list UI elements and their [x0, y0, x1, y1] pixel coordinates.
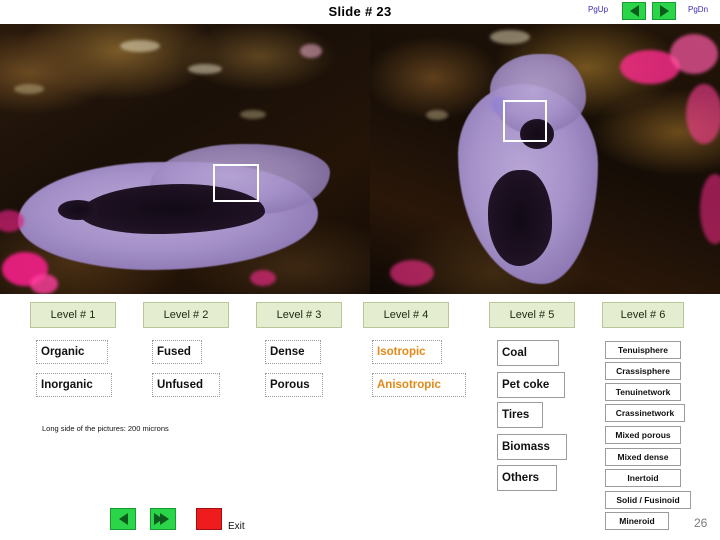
pgup-label: PgUp: [588, 5, 609, 14]
selection-rectangle-left[interactable]: [213, 164, 259, 202]
triangle-left-icon: [629, 5, 639, 17]
micrograph-right[interactable]: [370, 24, 720, 294]
category-isotropic[interactable]: Isotropic: [372, 340, 442, 364]
category-fused[interactable]: Fused: [152, 340, 202, 364]
category-others[interactable]: Others: [497, 465, 557, 491]
category-mixed-dense[interactable]: Mixed dense: [605, 448, 681, 466]
fluorescence-spot: [240, 110, 266, 119]
level-header-5[interactable]: Level # 5: [489, 302, 575, 328]
fluorescence-spot: [490, 30, 530, 44]
category-dense[interactable]: Dense: [265, 340, 321, 364]
category-organic[interactable]: Organic: [36, 340, 108, 364]
level-header-4[interactable]: Level # 4: [363, 302, 449, 328]
triangle-left-icon: [118, 513, 128, 525]
slide-root: Slide # 23 PgUp PgDn Level # 1 Level # 2…: [0, 0, 720, 540]
triangle-right-icon: [659, 5, 669, 17]
fluorescence-spot: [686, 84, 720, 144]
category-tenuisphere[interactable]: Tenuisphere: [605, 341, 681, 359]
category-biomass[interactable]: Biomass: [497, 434, 567, 460]
category-inorganic[interactable]: Inorganic: [36, 373, 112, 397]
level-header-1[interactable]: Level # 1: [30, 302, 116, 328]
level-header-2[interactable]: Level # 2: [143, 302, 229, 328]
selection-rectangle-right[interactable]: [503, 100, 547, 142]
category-porous[interactable]: Porous: [265, 373, 323, 397]
category-unfused[interactable]: Unfused: [152, 373, 220, 397]
category-tires[interactable]: Tires: [497, 402, 543, 428]
category-coal[interactable]: Coal: [497, 340, 559, 366]
back-button[interactable]: [110, 508, 136, 530]
category-anisotropic[interactable]: Anisotropic: [372, 373, 466, 397]
category-inertoid[interactable]: Inertoid: [605, 469, 681, 487]
pgdn-label: PgDn: [688, 5, 709, 14]
scale-caption: Long side of the pictures: 200 microns: [42, 424, 169, 433]
fluorescence-spot: [30, 274, 58, 294]
pore-left-2: [58, 200, 98, 220]
fluorescence-spot: [120, 40, 160, 52]
level-header-6[interactable]: Level # 6: [602, 302, 684, 328]
fluorescence-spot: [14, 84, 44, 94]
previous-slide-button[interactable]: [622, 2, 646, 20]
exit-label[interactable]: Exit: [228, 521, 245, 532]
next-slide-button[interactable]: [652, 2, 676, 20]
fluorescence-spot: [670, 34, 718, 74]
fluorescence-spot: [390, 260, 434, 286]
micrograph-left[interactable]: [0, 24, 370, 294]
fluorescence-spot: [188, 64, 222, 74]
category-pet-coke[interactable]: Pet coke: [497, 372, 565, 398]
forward-button[interactable]: [150, 508, 176, 530]
page-title: Slide # 23: [328, 4, 392, 19]
double-triangle-right-icon: [154, 513, 169, 525]
fluorescence-spot: [426, 110, 448, 120]
micrograph-panel: [0, 24, 720, 294]
stop-button[interactable]: [196, 508, 222, 530]
page-number: 26: [694, 516, 708, 530]
pore-right-main: [488, 170, 552, 266]
category-crassinetwork[interactable]: Crassinetwork: [605, 404, 685, 422]
fluorescence-spot: [250, 270, 276, 286]
category-crassisphere[interactable]: Crassisphere: [605, 362, 681, 380]
level-header-row: Level # 1 Level # 2 Level # 3 Level # 4 …: [0, 302, 720, 328]
category-mineroid[interactable]: Mineroid: [605, 512, 669, 530]
level-header-3[interactable]: Level # 3: [256, 302, 342, 328]
fluorescence-spot: [300, 44, 322, 58]
category-mixed-porous[interactable]: Mixed porous: [605, 426, 681, 444]
category-tenuinetwork[interactable]: Tenuinetwork: [605, 383, 681, 401]
category-solid-fusinoid[interactable]: Solid / Fusinoid: [605, 491, 691, 509]
